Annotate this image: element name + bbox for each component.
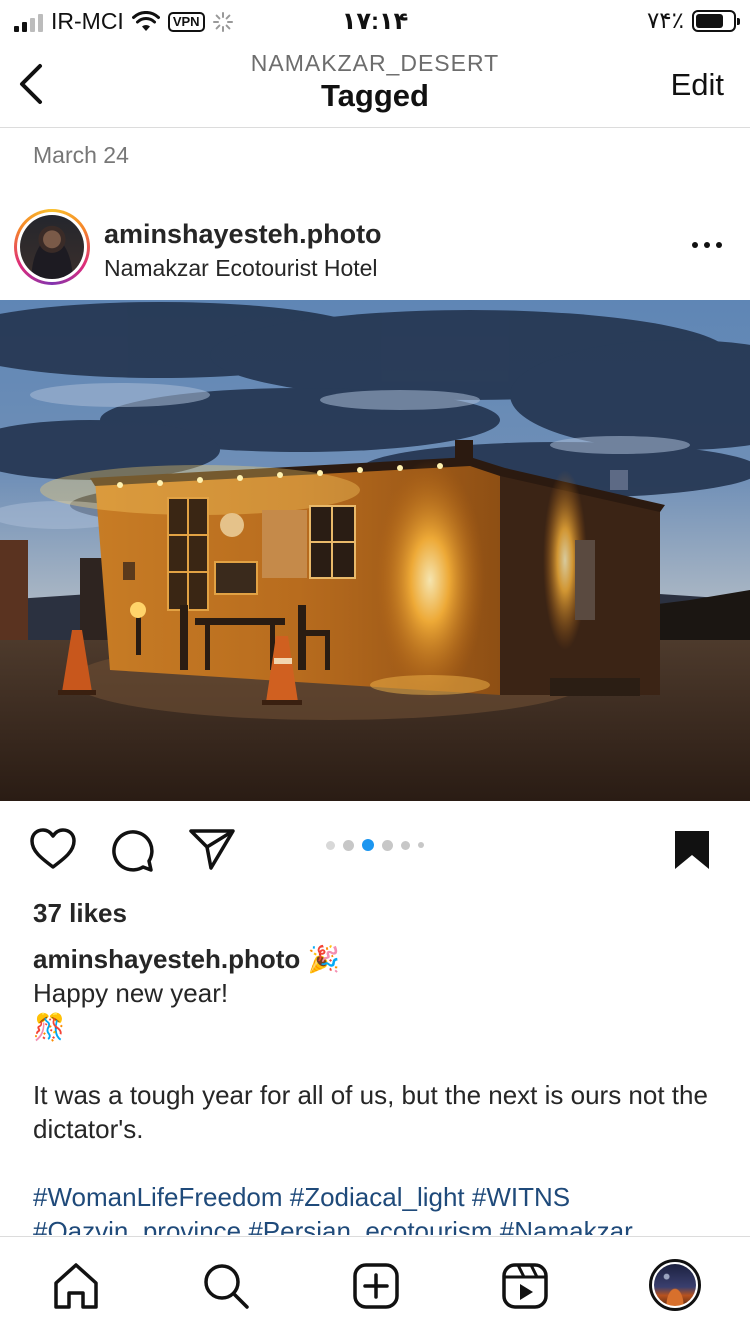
caption-area: aminshayesteh.photo 🎉 Happy new year! 🎊 … <box>0 930 750 1235</box>
post-location[interactable]: Namakzar Ecotourist Hotel <box>104 255 378 282</box>
caption-username[interactable]: aminshayesteh.photo <box>33 944 300 974</box>
post-actions <box>0 801 750 891</box>
search-icon[interactable] <box>201 1261 251 1311</box>
carousel-dot <box>343 839 354 851</box>
more-dot <box>704 242 710 248</box>
caption-body: It was a tough year for all of us, but t… <box>33 1080 708 1144</box>
post-date: March 24 <box>33 142 129 168</box>
battery-icon <box>692 9 740 32</box>
caption-hashtags-cut[interactable]: #Qazvin_province #Persian_ecotourism #Na… <box>33 1214 723 1235</box>
edit-button[interactable]: Edit <box>671 67 724 103</box>
caption-line: Happy new year! <box>33 978 229 1008</box>
confetti-ball-emoji: 🎊 <box>33 1012 66 1042</box>
battery-percent: ۷۴٪ <box>646 7 684 33</box>
status-time: ۱۷:۱۴ <box>341 8 409 35</box>
carousel-dot <box>326 840 335 850</box>
bookmark-saved-icon[interactable] <box>673 829 711 871</box>
carousel-dot <box>382 839 393 851</box>
more-dot <box>716 242 722 248</box>
post-photo[interactable] <box>0 300 750 801</box>
more-options-button[interactable] <box>692 242 722 248</box>
more-dot <box>692 242 698 248</box>
post-username[interactable]: aminshayesteh.photo <box>104 219 382 250</box>
party-popper-emoji: 🎉 <box>307 944 340 974</box>
story-avatar[interactable] <box>14 209 90 285</box>
home-icon[interactable] <box>51 1261 101 1311</box>
carousel-dot-active <box>362 839 374 851</box>
caption-hashtags[interactable]: #WomanLifeFreedom #Zodiacal_light #WITNS <box>33 1180 723 1214</box>
top-header: NAMAKZAR_DESERT Tagged Edit <box>0 40 750 128</box>
likes-count[interactable]: 37 likes <box>33 898 127 929</box>
new-post-icon[interactable] <box>351 1261 401 1311</box>
post-header: aminshayesteh.photo Namakzar Ecotourist … <box>0 202 750 300</box>
bottom-tab-bar <box>0 1236 750 1334</box>
carousel-dot <box>401 840 410 850</box>
page-title: Tagged <box>321 78 429 113</box>
status-bar: IR-MCI VPN ۱۷:۱۴ ۷۴٪ <box>0 0 750 40</box>
avatar <box>654 1264 696 1306</box>
carousel-indicator <box>0 839 750 851</box>
desert-cabin-photo <box>0 300 750 801</box>
avatar <box>20 215 84 279</box>
profile-avatar[interactable] <box>649 1259 701 1311</box>
reels-icon[interactable] <box>500 1261 550 1311</box>
header-subtitle: NAMAKZAR_DESERT <box>250 50 500 76</box>
carousel-dot <box>418 842 424 848</box>
status-right: ۷۴٪ <box>646 7 740 34</box>
post-caption: aminshayesteh.photo 🎉 Happy new year! 🎊 … <box>33 942 723 1235</box>
